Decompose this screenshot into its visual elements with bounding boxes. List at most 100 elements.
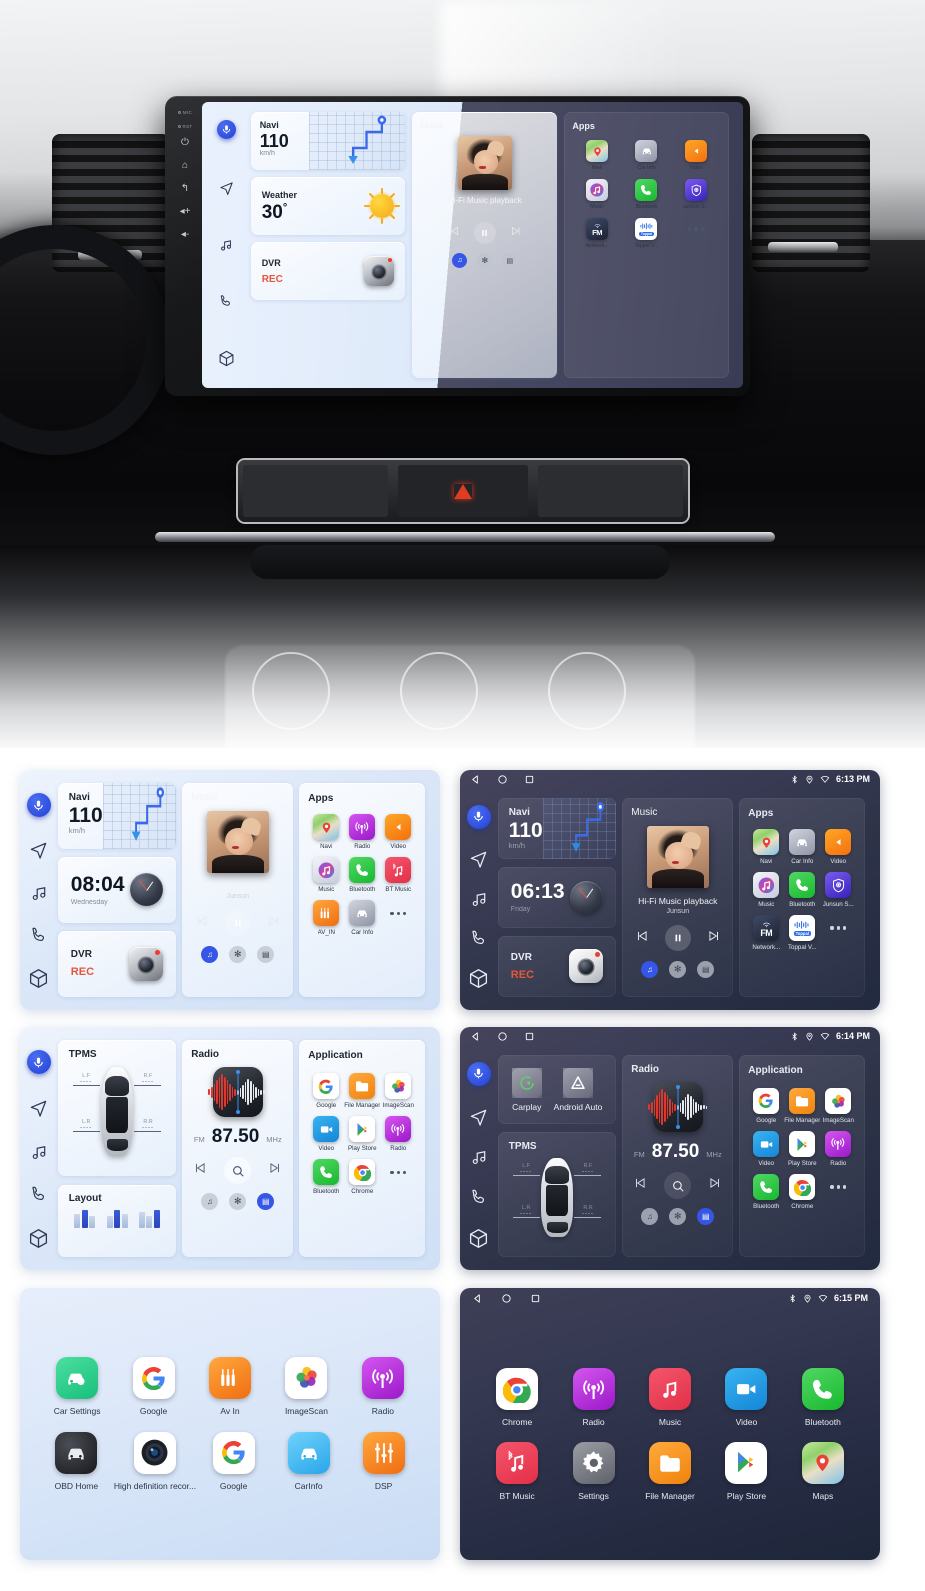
application-card[interactable]: Application Google File Manager ImageSca… bbox=[299, 1040, 426, 1257]
music-note-icon[interactable] bbox=[219, 238, 233, 252]
app-bluetooth[interactable]: Bluetooth bbox=[622, 179, 671, 210]
app-maps[interactable]: Maps bbox=[785, 1441, 861, 1501]
navigation-icon[interactable] bbox=[469, 850, 488, 869]
app-network[interactable]: FM Network... bbox=[748, 915, 784, 951]
weather-card[interactable]: Weather 30° bbox=[250, 177, 406, 235]
navigation-icon[interactable] bbox=[29, 841, 48, 860]
screenshot-dark-home[interactable]: 6:13 PM Navi 110 km/h 06:13 Friday DVR R… bbox=[460, 770, 880, 1010]
screenshot-light-drawer[interactable]: Car Settings Google Av In ImageScan Radi… bbox=[20, 1288, 440, 1560]
navigation-icon[interactable] bbox=[219, 181, 234, 196]
app-file-manager[interactable]: File Manager bbox=[344, 1073, 380, 1109]
app-radio[interactable]: Radio bbox=[555, 1368, 631, 1427]
application-card[interactable]: Application Google File Manager ImageSca… bbox=[739, 1055, 866, 1257]
layout-option-3[interactable] bbox=[138, 1209, 160, 1228]
phone-handset-icon[interactable] bbox=[219, 294, 233, 308]
back-icon[interactable]: ↰ bbox=[181, 184, 189, 194]
next-track-button[interactable] bbox=[707, 929, 721, 948]
phone-handset-icon[interactable] bbox=[470, 1188, 488, 1206]
phone-handset-icon[interactable] bbox=[30, 1185, 48, 1203]
radio-next-button[interactable] bbox=[708, 1176, 722, 1195]
music-note-icon[interactable] bbox=[470, 1148, 488, 1166]
app-av-in[interactable]: Av In bbox=[192, 1357, 268, 1416]
app-toppal-v[interactable]: Toppal Toppal V... bbox=[622, 218, 671, 249]
navi-card[interactable]: Navi 110 km/h bbox=[57, 783, 177, 849]
voice-assistant-button[interactable] bbox=[26, 1050, 51, 1075]
radio-source-button[interactable]: ▤ bbox=[502, 253, 518, 268]
apps-cube-icon[interactable] bbox=[28, 968, 49, 989]
music-source-button[interactable]: ♫ bbox=[201, 946, 219, 964]
play-pause-button[interactable] bbox=[664, 925, 691, 952]
app-play-store[interactable]: Play Store bbox=[784, 1131, 820, 1167]
projection-android-auto[interactable]: Android Auto bbox=[554, 1067, 602, 1112]
dvr-card[interactable]: DVR REC bbox=[57, 931, 177, 997]
music-note-icon[interactable] bbox=[30, 884, 48, 902]
app-play-store[interactable]: Play Store bbox=[344, 1116, 380, 1152]
volume-down-icon[interactable]: ◂- bbox=[181, 230, 189, 240]
dvr-card[interactable]: DVR REC bbox=[250, 242, 406, 300]
radio-source-button[interactable]: ▤ bbox=[257, 946, 275, 964]
music-note-icon[interactable] bbox=[470, 890, 488, 908]
music-source-button[interactable]: ♫ bbox=[452, 253, 468, 268]
app-toppal-v[interactable]: Toppal Toppal V... bbox=[784, 915, 820, 951]
apps-card[interactable]: Apps Navi Car Info Video Music Bluetooth… bbox=[739, 798, 866, 997]
app-car-info[interactable]: Car Info bbox=[622, 140, 671, 171]
radio-search-button[interactable] bbox=[224, 1157, 252, 1185]
app-radio[interactable]: Radio bbox=[345, 1357, 421, 1416]
music-card[interactable]: Music Hi-Fi Music playback Junsun ♫ ✻ ▤ bbox=[412, 112, 558, 378]
app-google[interactable]: Google bbox=[196, 1431, 271, 1491]
radio-source-button[interactable]: ▤ bbox=[697, 961, 715, 979]
apps-cube-icon[interactable] bbox=[218, 350, 235, 372]
bluetooth-source-button[interactable]: ✻ bbox=[229, 1193, 247, 1211]
app-high-definition-recor[interactable]: High definition recor... bbox=[114, 1431, 196, 1491]
music-card[interactable]: Music Hi-Fi Music playback Junsun ♫ ✻ ▤ bbox=[622, 798, 734, 997]
app-chrome[interactable]: Chrome bbox=[479, 1368, 555, 1427]
app-obd-home[interactable]: OBD Home bbox=[39, 1431, 114, 1491]
radio-source-button[interactable]: ▤ bbox=[697, 1208, 715, 1226]
app-video[interactable]: Video bbox=[708, 1368, 784, 1427]
bluetooth-source-button[interactable]: ✻ bbox=[669, 1208, 687, 1226]
music-note-icon[interactable] bbox=[30, 1143, 48, 1161]
app-car-info[interactable]: Car Info bbox=[784, 829, 820, 865]
app-junsun-s[interactable]: Junsun S... bbox=[820, 872, 856, 908]
recents-square-icon[interactable] bbox=[524, 774, 535, 785]
app-google[interactable]: Google bbox=[308, 1073, 344, 1109]
app-play-store[interactable]: Play Store bbox=[708, 1441, 784, 1501]
voice-assistant-button[interactable] bbox=[466, 1061, 491, 1086]
phone-handset-icon[interactable] bbox=[30, 926, 48, 944]
app-imagescan[interactable]: ImageScan bbox=[820, 1088, 856, 1124]
voice-assistant-button[interactable] bbox=[216, 120, 236, 139]
app-music[interactable]: Music bbox=[632, 1368, 708, 1427]
app-file-manager[interactable]: File Manager bbox=[784, 1088, 820, 1124]
app-car-info[interactable]: Car Info bbox=[344, 900, 380, 936]
back-triangle-icon[interactable] bbox=[472, 1293, 483, 1304]
app-settings[interactable]: Settings bbox=[555, 1441, 631, 1501]
layout-card[interactable]: Layout bbox=[57, 1184, 177, 1257]
app-bt-music[interactable]: BT Music bbox=[380, 857, 416, 893]
app-bluetooth[interactable]: Bluetooth bbox=[785, 1368, 861, 1427]
layout-options[interactable] bbox=[69, 1209, 166, 1228]
app-chrome[interactable]: Chrome bbox=[784, 1174, 820, 1210]
bluetooth-source-button[interactable]: ✻ bbox=[229, 946, 247, 964]
home-circle-icon[interactable] bbox=[497, 774, 508, 785]
app-video[interactable]: Video bbox=[380, 814, 416, 850]
back-triangle-icon[interactable] bbox=[470, 1031, 481, 1042]
music-card[interactable]: Music Hi-Fi Music playback Junsun ♫ ✻ ▤ bbox=[182, 783, 294, 997]
app-google[interactable]: Google bbox=[748, 1088, 784, 1124]
app-dsp[interactable]: DSP bbox=[346, 1431, 421, 1491]
app-more[interactable] bbox=[820, 1174, 856, 1210]
apps-card[interactable]: Apps Navi Car Info Video Music Bluetooth… bbox=[564, 112, 729, 378]
app-bluetooth[interactable]: Bluetooth bbox=[308, 1159, 344, 1195]
apps-cube-icon[interactable] bbox=[28, 1228, 49, 1249]
previous-track-button[interactable] bbox=[448, 224, 460, 242]
apps-card[interactable]: Apps Navi Radio Video Music Bluetooth BT… bbox=[299, 783, 426, 997]
projection-carplay[interactable]: Carplay bbox=[511, 1067, 542, 1112]
app-more[interactable] bbox=[671, 218, 720, 249]
back-triangle-icon[interactable] bbox=[470, 774, 481, 785]
radio-card[interactable]: Radio FM 87.50 MHz ♫ ✻ ▤ bbox=[622, 1055, 734, 1257]
app-bluetooth[interactable]: Bluetooth bbox=[748, 1174, 784, 1210]
home-icon[interactable]: ⌂ bbox=[182, 161, 188, 171]
app-radio[interactable]: Radio bbox=[380, 1116, 416, 1152]
app-bluetooth[interactable]: Bluetooth bbox=[784, 872, 820, 908]
app-navi[interactable]: Navi bbox=[308, 814, 344, 850]
app-network[interactable]: FM Network... bbox=[572, 218, 621, 249]
